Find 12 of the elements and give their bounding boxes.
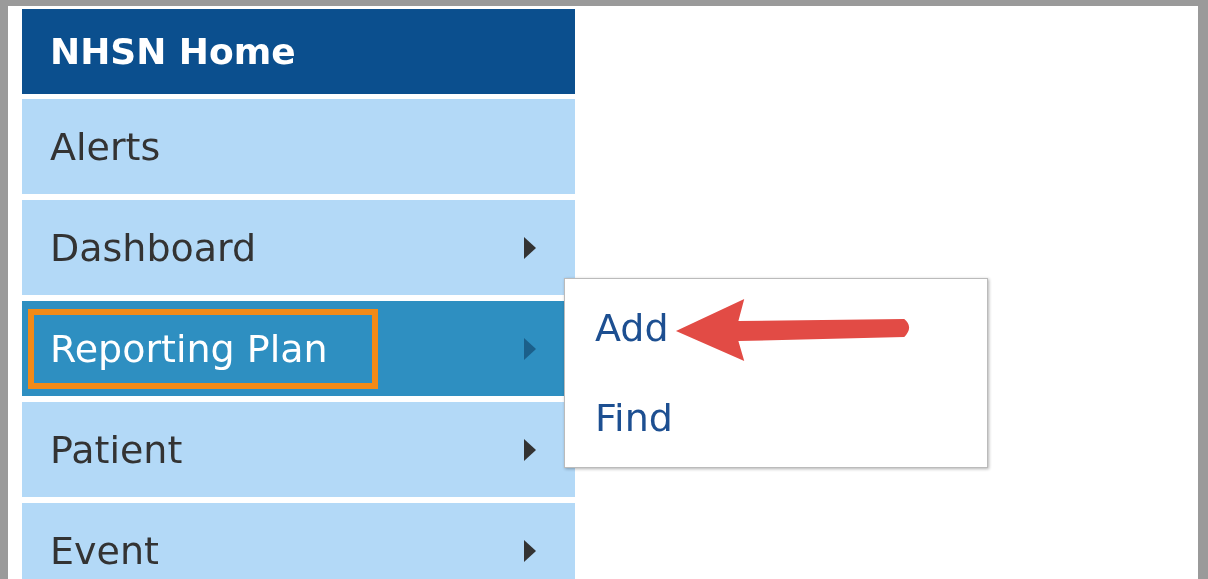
menu-header[interactable]: NHSN Home bbox=[22, 9, 575, 94]
menu-item-label: Alerts bbox=[50, 123, 161, 171]
menu-item-label: Dashboard bbox=[50, 224, 257, 272]
menu-item[interactable]: Event bbox=[22, 503, 575, 579]
menu-item[interactable]: Patient bbox=[22, 402, 575, 497]
menu-item[interactable]: Alerts bbox=[22, 99, 575, 194]
submenu-item[interactable]: Find bbox=[595, 396, 673, 440]
highlighted-label: Reporting Plan bbox=[28, 308, 378, 389]
menu-item-label: Patient bbox=[50, 426, 183, 474]
menu-item-label: Event bbox=[50, 527, 159, 575]
submenu-item[interactable]: Add bbox=[595, 306, 669, 350]
menu-item[interactable]: Dashboard bbox=[22, 200, 575, 295]
